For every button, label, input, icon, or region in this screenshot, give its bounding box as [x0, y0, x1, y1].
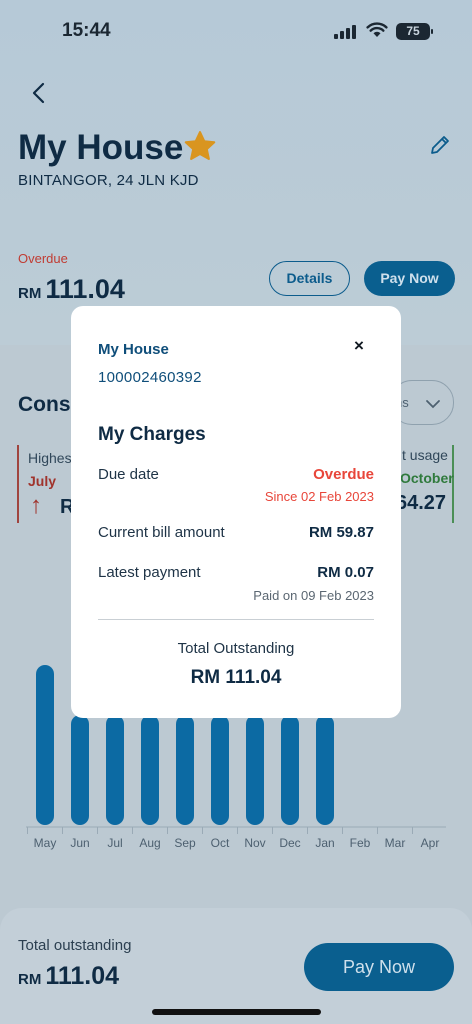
current-bill-value: RM 59.87 [308, 524, 374, 541]
chart-month-label: Jan [315, 836, 334, 850]
home-indicator[interactable] [152, 1009, 321, 1015]
chart-bar-dec [281, 715, 299, 825]
details-button[interactable]: Details [269, 261, 350, 296]
back-arrow-icon[interactable] [28, 80, 50, 106]
latest-payment-value: RM 0.07 [317, 564, 374, 581]
address-label: BINTANGOR, 24 JLN KJD [18, 172, 199, 189]
chart-month-label: Oct [211, 836, 230, 850]
modal-account-number: 100002460392 [98, 369, 202, 386]
latest-payment-date: Paid on 09 Feb 2023 [253, 588, 374, 603]
chart-bar-jul [106, 715, 124, 825]
latest-usage-label: t usage [402, 447, 448, 463]
chevron-down-icon [426, 400, 440, 409]
page-title: My House [18, 128, 184, 167]
charges-modal: My House 100002460392 × My Charges Due d… [71, 306, 401, 718]
due-date-since: Since 02 Feb 2023 [264, 489, 374, 504]
bottom-pay-now-button[interactable]: Pay Now [304, 943, 454, 991]
bill-amount: RM 111.04 [18, 274, 125, 305]
chart-bar-aug [141, 715, 159, 825]
chart-month-label: Aug [139, 836, 160, 850]
highest-usage-month: July [28, 473, 57, 489]
chart-month-label: Nov [244, 836, 265, 850]
status-bar: 15:44 75 [0, 0, 472, 60]
modal-heading: My Charges [98, 424, 206, 445]
favorite-star-icon[interactable] [183, 130, 217, 162]
latest-payment-label: Latest payment [98, 564, 201, 581]
currency-label: RM [18, 285, 42, 302]
chart-month-label: Sep [174, 836, 196, 850]
due-date-status: Overdue [313, 466, 374, 483]
modal-account-name: My House [98, 341, 169, 358]
status-time: 15:44 [62, 20, 111, 41]
chart-bar-jun [71, 715, 89, 825]
signal-icon [334, 25, 356, 39]
highest-usage-label: Highes [28, 450, 72, 466]
chart-month-label: May [34, 836, 57, 850]
total-outstanding-label: Total outstanding [18, 937, 132, 954]
wifi-icon [366, 22, 388, 37]
chart-bar-jan [316, 715, 334, 825]
bill-status: Overdue [18, 251, 68, 266]
arrow-up-icon: ↑ [30, 492, 42, 519]
close-icon[interactable]: × [349, 336, 369, 356]
chart-bar-sep [176, 715, 194, 825]
due-date-label: Due date [98, 466, 159, 483]
battery-icon: 75 [396, 23, 433, 40]
latest-usage-month: October [400, 470, 454, 486]
chart-bar-oct [211, 715, 229, 825]
chart-month-label: Dec [279, 836, 300, 850]
currency-label: RM [18, 971, 42, 988]
total-outstanding-amount: RM 111.04 [18, 962, 119, 991]
chart-month-label: Mar [385, 836, 406, 850]
modal-divider [98, 619, 374, 620]
chart-bar-may [36, 665, 54, 825]
current-bill-label: Current bill amount [98, 524, 225, 541]
chart-month-label: Apr [421, 836, 440, 850]
pay-now-button[interactable]: Pay Now [364, 261, 455, 296]
modal-total-value: RM 111.04 [190, 667, 282, 688]
highest-accent-bar [17, 445, 19, 523]
chart-bar-nov [246, 715, 264, 825]
modal-total-label: Total Outstanding [177, 640, 295, 657]
edit-pencil-icon[interactable] [428, 133, 452, 157]
amount-value: 111.04 [45, 962, 120, 990]
latest-usage-value: 64.27 [396, 492, 447, 514]
amount-value: 111.04 [45, 274, 125, 304]
chart-month-label: Feb [350, 836, 371, 850]
chart-month-label: Jun [70, 836, 89, 850]
chart-month-label: Jul [107, 836, 122, 850]
